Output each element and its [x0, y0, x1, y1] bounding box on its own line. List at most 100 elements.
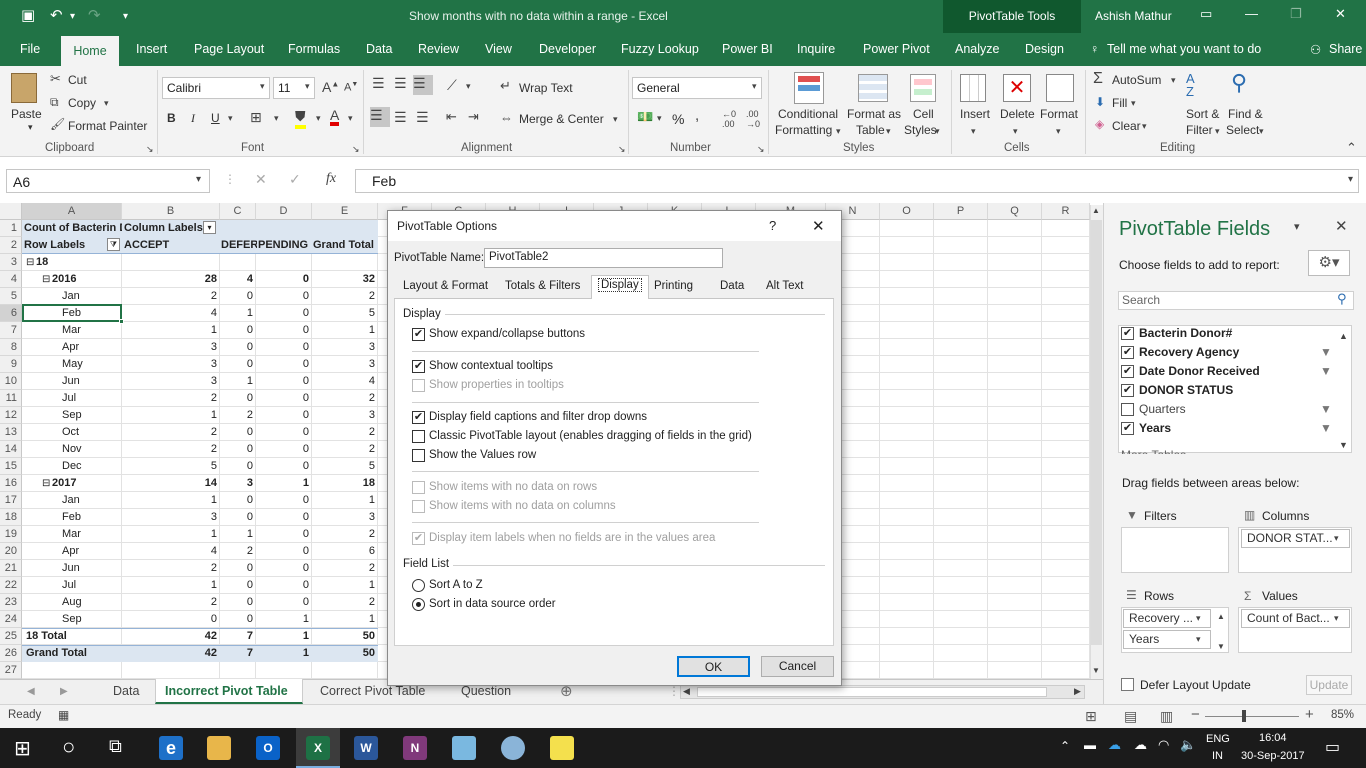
row-header[interactable]: 3 [0, 254, 22, 271]
row-header[interactable]: 14 [0, 441, 22, 458]
row-header[interactable]: 1 [0, 220, 22, 237]
cell-grand-total[interactable]: 2 [312, 594, 378, 611]
volume-icon[interactable]: 🔈 [1180, 737, 1196, 753]
autosum-dropdown-icon[interactable]: ▾ [1171, 75, 1176, 86]
cell-defer[interactable]: 0 [220, 492, 256, 509]
cell-pending[interactable]: 0 [256, 407, 312, 424]
expand-collapse-icon[interactable]: ⊟ [26, 254, 36, 271]
sort-az-radio[interactable] [412, 579, 425, 592]
pane-options-dropdown-icon[interactable]: ▾ [1294, 220, 1300, 233]
hscroll-right-icon[interactable]: ▶ [1074, 686, 1081, 697]
share-button[interactable]: Share [1329, 42, 1362, 56]
underline-dropdown-icon[interactable]: ▾ [228, 113, 233, 124]
cell-grand-total[interactable]: 4 [312, 373, 378, 390]
cell-defer[interactable]: 3 [220, 475, 256, 492]
row-label[interactable]: 18 Total [26, 628, 120, 645]
ribbon-display-icon[interactable]: ▭ [1200, 6, 1212, 22]
cell-grand-total[interactable]: 1 [312, 577, 378, 594]
decrease-font-icon[interactable]: A▼ [344, 81, 358, 94]
tab-page-layout[interactable]: Page Layout [194, 42, 264, 56]
cell-grand-total[interactable]: 18 [312, 475, 378, 492]
row-label[interactable]: 2016 [52, 271, 120, 288]
tab-power-pivot[interactable]: Power Pivot [863, 42, 930, 56]
column-header[interactable]: P [934, 203, 988, 220]
cell-defer[interactable]: 0 [220, 577, 256, 594]
cell-accept[interactable]: 3 [122, 356, 220, 373]
row-label[interactable]: Nov [62, 441, 120, 458]
cancel-button[interactable]: Cancel [761, 656, 834, 677]
row-label[interactable]: Sep [62, 611, 120, 628]
sheet-tab-incorrect-pivot[interactable]: Incorrect Pivot Table [165, 684, 288, 698]
align-right-icon[interactable]: ☰ [416, 109, 429, 126]
word-icon[interactable]: W [354, 736, 378, 760]
tab-insert[interactable]: Insert [136, 42, 167, 56]
row-label[interactable]: Feb [62, 509, 120, 526]
font-color-icon[interactable]: A [330, 108, 340, 126]
increase-indent-icon[interactable]: ⇥ [468, 109, 479, 125]
row-header[interactable]: 24 [0, 611, 22, 628]
hscroll-thumb[interactable] [697, 687, 1047, 697]
accounting-dropdown-icon[interactable]: ▾ [657, 113, 662, 124]
increase-font-icon[interactable]: A▲ [322, 79, 339, 95]
cell-pending[interactable]: 1 [256, 645, 312, 662]
sort-filter-label[interactable]: Sort & [1186, 107, 1219, 121]
cell-grand-total[interactable]: 2 [312, 526, 378, 543]
tab-review[interactable]: Review [418, 42, 459, 56]
fill-button[interactable]: Fill [1112, 96, 1127, 110]
cell-grand-total[interactable]: 5 [312, 458, 378, 475]
expand-collapse-icon[interactable]: ⊟ [42, 475, 52, 492]
pane-settings-gear-icon[interactable]: ⚙▾ [1308, 250, 1350, 276]
row-labels-filter-icon[interactable]: ⧩ [107, 238, 120, 251]
collapse-ribbon-icon[interactable]: ⌃ [1346, 140, 1357, 156]
field-label[interactable]: Quarters [1139, 402, 1186, 416]
values-row-checkbox[interactable] [412, 449, 425, 462]
cell-defer[interactable]: 0 [220, 424, 256, 441]
merge-center-button[interactable]: Merge & Center [519, 112, 604, 126]
excel-icon[interactable]: X [306, 736, 330, 760]
decrease-indent-icon[interactable]: ⇤ [446, 109, 457, 125]
delete-cells-button[interactable]: Delete [1000, 107, 1035, 121]
zoom-slider-thumb[interactable] [1242, 710, 1246, 722]
clear-dropdown-icon[interactable]: ▾ [1142, 121, 1147, 132]
fill-dropdown-icon[interactable]: ▾ [1131, 98, 1136, 109]
cell-pending[interactable] [256, 254, 312, 271]
underline-button[interactable]: U [211, 111, 220, 125]
cell-grand-total[interactable]: 6 [312, 543, 378, 560]
alignment-launcher-icon[interactable]: ↘ [618, 144, 626, 155]
values-item-dropdown-icon[interactable]: ▾ [1334, 613, 1339, 624]
cell-accept[interactable]: 2 [122, 560, 220, 577]
row-header[interactable]: 21 [0, 560, 22, 577]
region-indicator[interactable]: IN [1212, 750, 1223, 762]
insert-dropdown-icon[interactable]: ▾ [971, 126, 976, 137]
format-cells-button[interactable]: Format [1040, 107, 1078, 121]
tab-inquire[interactable]: Inquire [797, 42, 835, 56]
number-format-select[interactable]: General [632, 77, 762, 99]
cell-defer[interactable]: 0 [220, 458, 256, 475]
cell-accept[interactable]: 5 [122, 458, 220, 475]
cell-defer[interactable]: 1 [220, 526, 256, 543]
cell-accept[interactable]: 3 [122, 339, 220, 356]
row-header[interactable]: 4 [0, 271, 22, 288]
cell-pending[interactable]: 0 [256, 305, 312, 322]
orientation-dropdown-icon[interactable]: ▾ [466, 81, 471, 92]
cell-defer[interactable]: 0 [220, 441, 256, 458]
row-labels-header[interactable]: Row Labels [24, 237, 114, 254]
find-select-icon[interactable]: ⚲ [1231, 70, 1247, 96]
row-label[interactable]: Mar [62, 322, 120, 339]
autosum-button[interactable]: AutoSum [1112, 73, 1161, 87]
delete-dropdown-icon[interactable]: ▾ [1013, 126, 1018, 137]
field-filter-icon[interactable]: ▼ [1320, 364, 1332, 378]
cell-grand-total[interactable]: 2 [312, 560, 378, 577]
copy-icon[interactable]: ⧉ [50, 95, 59, 110]
accounting-format-icon[interactable]: 💵 [637, 109, 653, 125]
row-header[interactable]: 18 [0, 509, 22, 526]
format-painter-button[interactable]: Format Painter [68, 119, 147, 133]
tab-power-bi[interactable]: Power BI [722, 42, 773, 56]
cell-pending[interactable]: 1 [256, 628, 312, 645]
action-center-icon[interactable]: ▭ [1325, 737, 1340, 757]
row-label[interactable]: Jul [62, 577, 120, 594]
sheet-tab-question[interactable]: Question [461, 684, 511, 698]
name-box[interactable]: A6 [6, 169, 210, 193]
more-tables-link[interactable]: More Tables... [1121, 449, 1196, 454]
cell-pending[interactable]: 0 [256, 271, 312, 288]
